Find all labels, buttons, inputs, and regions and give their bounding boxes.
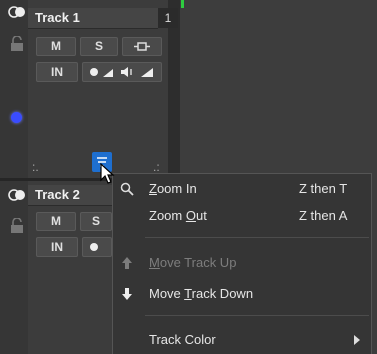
menu-item-track-color[interactable]: Track Color xyxy=(113,328,371,352)
track-1-name[interactable]: Track 1 xyxy=(28,10,80,25)
speaker-icon xyxy=(121,67,128,77)
track-1-record-dot[interactable] xyxy=(11,112,22,123)
menu-shortcut: Z then A xyxy=(299,208,348,223)
track-1-solo-button[interactable]: S xyxy=(80,37,118,56)
context-menu: Zoom In Z then T Zoom Out Z then A Move … xyxy=(112,173,372,354)
resize-dots-right: .: xyxy=(153,160,160,174)
record-arm-icon xyxy=(90,243,98,251)
menu-shortcut: Z then T xyxy=(299,181,348,196)
menu-item-move-track-up[interactable]: Move Track Up xyxy=(113,251,371,275)
track-2-header[interactable]: Track 2 xyxy=(28,185,112,206)
plug-icon xyxy=(134,42,150,51)
track-1-monitor-controls[interactable] xyxy=(82,62,162,82)
track-2-strip xyxy=(0,181,28,354)
magnifier-icon xyxy=(119,177,135,201)
track-2-name[interactable]: Track 2 xyxy=(28,187,80,202)
menu-item-zoom-out[interactable]: Zoom Out Z then A xyxy=(113,204,371,228)
playhead-marker xyxy=(181,0,184,8)
resize-dots-left: :. xyxy=(32,160,39,174)
menu-item-zoom-in[interactable]: Zoom In Z then T xyxy=(113,177,371,201)
submenu-arrow-icon xyxy=(353,328,361,353)
arrow-up-icon xyxy=(119,251,135,275)
track-1-mute-button[interactable]: M xyxy=(36,37,76,56)
track-2-link-icon[interactable] xyxy=(8,188,26,201)
menu-separator xyxy=(145,315,369,316)
track-1-lock-icon[interactable] xyxy=(10,35,24,52)
track-1-link-icon[interactable] xyxy=(8,5,26,18)
level-ramp-icon xyxy=(103,69,113,77)
menu-item-move-track-down[interactable]: Move Track Down xyxy=(113,282,371,306)
track-2-monitor-controls[interactable] xyxy=(82,237,112,257)
track-2-input-button[interactable]: IN xyxy=(36,237,78,257)
track-2-mute-button[interactable]: M xyxy=(36,212,76,231)
mouse-cursor-icon xyxy=(100,162,116,185)
track-1-header[interactable]: Track 1 xyxy=(28,8,158,29)
level-ramp-icon xyxy=(141,68,153,77)
track-1-strip xyxy=(0,0,28,178)
track-1-input-button[interactable]: IN xyxy=(36,62,78,82)
arrow-down-icon xyxy=(119,282,135,306)
track-1-insert-button[interactable] xyxy=(122,37,162,56)
track-2-lock-icon[interactable] xyxy=(10,217,24,234)
menu-separator xyxy=(145,237,369,238)
track-1-number: 1 xyxy=(158,8,178,28)
record-arm-icon xyxy=(90,68,98,76)
track-2-solo-button[interactable]: S xyxy=(80,212,112,231)
